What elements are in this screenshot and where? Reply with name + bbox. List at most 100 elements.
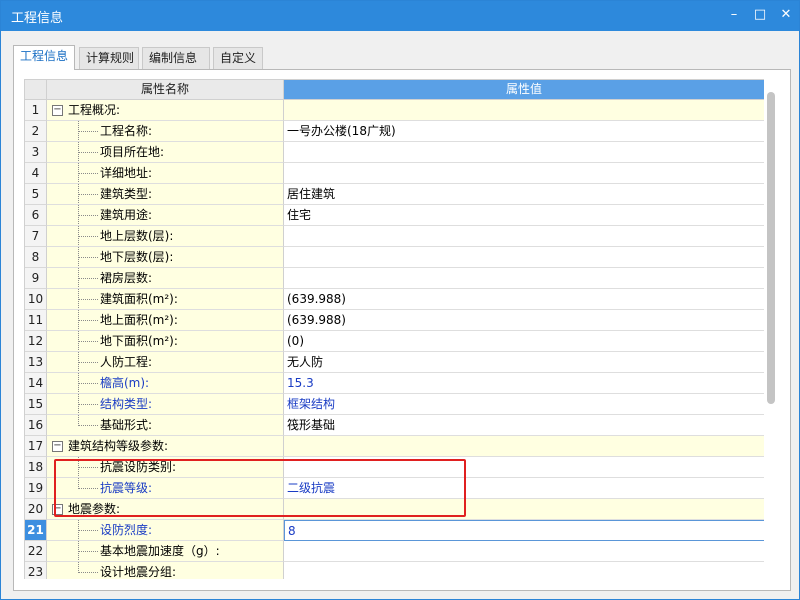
table-row[interactable]: 5 建筑类型: 居住建筑 bbox=[25, 184, 764, 205]
property-value-cell[interactable] bbox=[284, 100, 764, 121]
table-row[interactable]: 20− 地震参数: bbox=[25, 499, 764, 520]
table-row[interactable]: 16 基础形式: 筏形基础 bbox=[25, 415, 764, 436]
row-number[interactable]: 23 bbox=[25, 562, 47, 579]
row-number[interactable]: 22 bbox=[25, 541, 47, 562]
property-value-cell[interactable]: 一号办公楼(18广规) bbox=[284, 121, 764, 142]
property-value-cell[interactable]: 无人防 bbox=[284, 352, 764, 373]
property-name-cell[interactable]: 项目所在地: bbox=[47, 142, 284, 163]
property-value-cell[interactable]: 15.3 bbox=[284, 373, 764, 394]
property-name-cell[interactable]: 抗震等级: bbox=[47, 478, 284, 499]
property-name-cell[interactable]: 设计地震分组: bbox=[47, 562, 284, 579]
scrollbar-thumb[interactable] bbox=[767, 92, 775, 404]
property-value-cell[interactable]: 居住建筑 bbox=[284, 184, 764, 205]
property-name-cell[interactable]: 基本地震加速度（g）: bbox=[47, 541, 284, 562]
table-row[interactable]: 18 抗震设防类别: bbox=[25, 457, 764, 478]
row-number[interactable]: 4 bbox=[25, 163, 47, 184]
property-value-cell[interactable] bbox=[284, 142, 764, 163]
row-number[interactable]: 3 bbox=[25, 142, 47, 163]
property-value-cell[interactable] bbox=[284, 268, 764, 289]
table-row[interactable]: 9 裙房层数: bbox=[25, 268, 764, 289]
property-value-cell[interactable]: 筏形基础 bbox=[284, 415, 764, 436]
property-name-cell[interactable]: 地上层数(层): bbox=[47, 226, 284, 247]
property-value-cell[interactable] bbox=[284, 499, 764, 520]
table-row[interactable]: 2 工程名称: 一号办公楼(18广规) bbox=[25, 121, 764, 142]
row-number[interactable]: 15 bbox=[25, 394, 47, 415]
tab-compile-info[interactable]: 编制信息 bbox=[142, 47, 210, 69]
collapse-toggle-icon[interactable]: − bbox=[52, 105, 63, 116]
row-number[interactable]: 8 bbox=[25, 247, 47, 268]
property-name-cell[interactable]: 檐高(m): bbox=[47, 373, 284, 394]
property-value-cell[interactable] bbox=[284, 541, 764, 562]
property-value-cell[interactable] bbox=[284, 457, 764, 478]
property-name-cell[interactable]: 设防烈度: bbox=[47, 520, 284, 541]
vertical-scrollbar[interactable] bbox=[766, 88, 776, 578]
row-number[interactable]: 17 bbox=[25, 436, 47, 457]
row-number[interactable]: 16 bbox=[25, 415, 47, 436]
row-number[interactable]: 5 bbox=[25, 184, 47, 205]
property-name-cell[interactable]: − 建筑结构等级参数: bbox=[47, 436, 284, 457]
property-name-cell[interactable]: 基础形式: bbox=[47, 415, 284, 436]
table-row[interactable]: 8 地下层数(层): bbox=[25, 247, 764, 268]
property-name-cell[interactable]: 地下面积(m²): bbox=[47, 331, 284, 352]
property-value-cell[interactable] bbox=[284, 247, 764, 268]
table-row[interactable]: 12 地下面积(m²): (0) bbox=[25, 331, 764, 352]
tab-calc-rules[interactable]: 计算规则 bbox=[79, 47, 139, 69]
table-row[interactable]: 21 设防烈度: 8 bbox=[25, 520, 764, 541]
property-name-cell[interactable]: 工程名称: bbox=[47, 121, 284, 142]
property-name-cell[interactable]: 结构类型: bbox=[47, 394, 284, 415]
table-row[interactable]: 23 设计地震分组: bbox=[25, 562, 764, 579]
title-bar[interactable]: 工程信息 – □ ✕ bbox=[1, 1, 799, 31]
table-row[interactable]: 10 建筑面积(m²): (639.988) bbox=[25, 289, 764, 310]
table-row[interactable]: 1− 工程概况: bbox=[25, 100, 764, 121]
close-button[interactable]: ✕ bbox=[771, 1, 800, 31]
property-name-cell[interactable]: 地上面积(m²): bbox=[47, 310, 284, 331]
table-row[interactable]: 17− 建筑结构等级参数: bbox=[25, 436, 764, 457]
row-number[interactable]: 13 bbox=[25, 352, 47, 373]
row-number[interactable]: 2 bbox=[25, 121, 47, 142]
tab-custom[interactable]: 自定义 bbox=[213, 47, 263, 69]
property-name-cell[interactable]: 裙房层数: bbox=[47, 268, 284, 289]
table-row[interactable]: 6 建筑用途: 住宅 bbox=[25, 205, 764, 226]
table-row[interactable]: 15 结构类型: 框架结构 bbox=[25, 394, 764, 415]
row-number[interactable]: 12 bbox=[25, 331, 47, 352]
row-number[interactable]: 14 bbox=[25, 373, 47, 394]
property-value-cell[interactable]: 住宅 bbox=[284, 205, 764, 226]
row-number[interactable]: 20 bbox=[25, 499, 47, 520]
property-name-cell[interactable]: 抗震设防类别: bbox=[47, 457, 284, 478]
row-number[interactable]: 10 bbox=[25, 289, 47, 310]
table-row[interactable]: 7 地上层数(层): bbox=[25, 226, 764, 247]
row-number[interactable]: 7 bbox=[25, 226, 47, 247]
row-number[interactable]: 11 bbox=[25, 310, 47, 331]
row-number[interactable]: 9 bbox=[25, 268, 47, 289]
property-value-cell[interactable]: 框架结构 bbox=[284, 394, 764, 415]
row-number[interactable]: 6 bbox=[25, 205, 47, 226]
property-name-cell[interactable]: 建筑用途: bbox=[47, 205, 284, 226]
property-name-cell[interactable]: 地下层数(层): bbox=[47, 247, 284, 268]
property-value-cell[interactable]: 二级抗震 bbox=[284, 478, 764, 499]
property-value-cell[interactable] bbox=[284, 226, 764, 247]
table-row[interactable]: 3 项目所在地: bbox=[25, 142, 764, 163]
table-row[interactable]: 19 抗震等级: 二级抗震 bbox=[25, 478, 764, 499]
property-name-cell[interactable]: − 工程概况: bbox=[47, 100, 284, 121]
property-name-cell[interactable]: 建筑面积(m²): bbox=[47, 289, 284, 310]
table-row[interactable]: 11 地上面积(m²): (639.988) bbox=[25, 310, 764, 331]
property-name-cell[interactable]: − 地震参数: bbox=[47, 499, 284, 520]
row-number[interactable]: 18 bbox=[25, 457, 47, 478]
row-number[interactable]: 19 bbox=[25, 478, 47, 499]
collapse-toggle-icon[interactable]: − bbox=[52, 441, 63, 452]
property-name-cell[interactable]: 详细地址: bbox=[47, 163, 284, 184]
tab-project-info[interactable]: 工程信息 bbox=[13, 45, 75, 70]
property-value-cell[interactable]: (0) bbox=[284, 331, 764, 352]
table-row[interactable]: 4 详细地址: bbox=[25, 163, 764, 184]
table-row[interactable]: 13 人防工程: 无人防 bbox=[25, 352, 764, 373]
table-row[interactable]: 22 基本地震加速度（g）: bbox=[25, 541, 764, 562]
table-row[interactable]: 14 檐高(m): 15.3 bbox=[25, 373, 764, 394]
row-number[interactable]: 1 bbox=[25, 100, 47, 121]
collapse-toggle-icon[interactable]: − bbox=[52, 504, 63, 515]
property-value-cell[interactable] bbox=[284, 562, 764, 579]
property-name-cell[interactable]: 人防工程: bbox=[47, 352, 284, 373]
property-value-cell[interactable] bbox=[284, 436, 764, 457]
property-value-cell[interactable]: 8 bbox=[284, 520, 764, 541]
property-value-cell[interactable]: (639.988) bbox=[284, 289, 764, 310]
property-value-cell[interactable] bbox=[284, 163, 764, 184]
